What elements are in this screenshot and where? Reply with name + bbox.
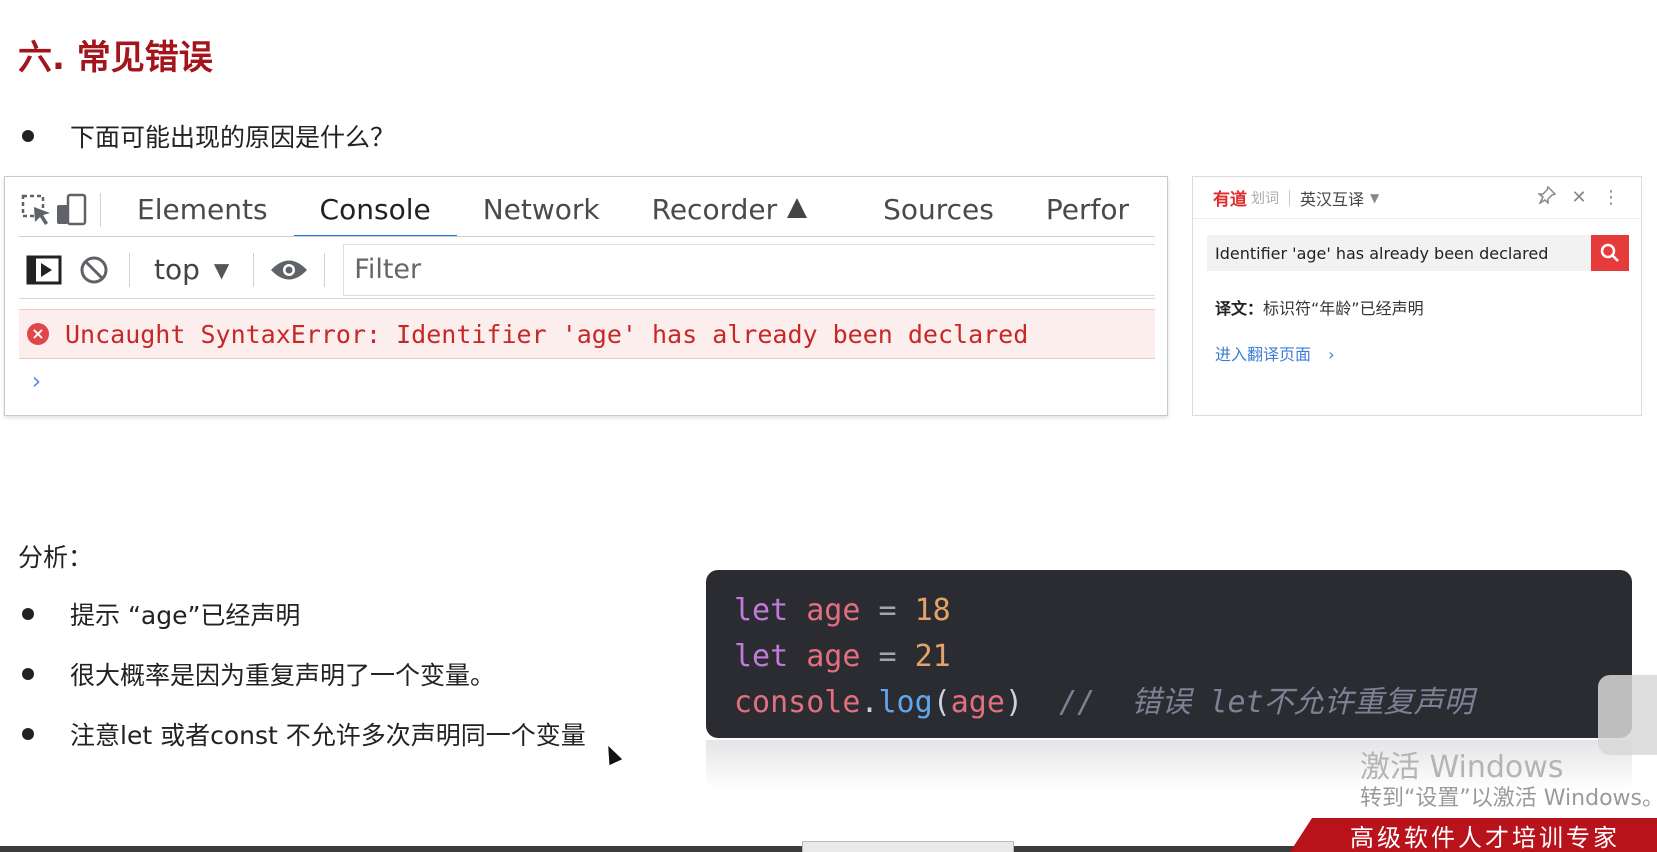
context-select-value: top [154, 253, 200, 286]
translation-text: 标识符“年龄”已经声明 [1263, 299, 1424, 318]
devtools-tabbar: Elements Console Network Recorder Source… [19, 183, 1155, 237]
open-translate-page-link[interactable]: 进入翻译页面 › [1215, 341, 1335, 365]
analysis-bullet: 提示 “age”已经声明 [0, 596, 300, 632]
search-icon[interactable] [1591, 235, 1629, 271]
close-icon[interactable]: ✕ [1563, 187, 1595, 208]
error-message: Uncaught SyntaxError: Identifier 'age' h… [65, 319, 1029, 349]
chevron-down-icon[interactable]: ▼ [1370, 191, 1379, 205]
header-divider [1289, 189, 1290, 206]
question-bullet: 下面可能出现的原因是什么？ [0, 118, 395, 154]
side-panel-button[interactable] [1598, 675, 1657, 755]
code-line: let age = 18 [734, 593, 951, 628]
console-prompt[interactable]: › [29, 367, 43, 395]
filter-placeholder: Filter [354, 254, 422, 285]
analysis-point: 注意let 或者const 不允许多次声明同一个变量 [70, 721, 586, 750]
toolbar-divider [100, 192, 102, 227]
youdao-translate-popup: 有道 划词 英汉互译 ▼ ✕ ⋮ Identifier 'age' has al… [1192, 176, 1642, 416]
chevron-right-icon: › [1328, 345, 1335, 364]
clear-console-icon[interactable] [69, 245, 119, 295]
chevron-down-icon: ▼ [213, 257, 230, 282]
tab-recorder-label: Recorder [651, 193, 778, 226]
bullet-dot [22, 608, 34, 620]
youdao-search-box[interactable]: Identifier 'age' has already been declar… [1207, 235, 1629, 271]
tab-elements[interactable]: Elements [111, 183, 294, 236]
tab-recorder[interactable]: Recorder [626, 183, 833, 236]
bullet-dot [22, 130, 34, 142]
youdao-logo-sub: 划词 [1251, 190, 1279, 207]
console-toolbar: top ▼ Filter [19, 241, 1155, 299]
youdao-logo: 有道 [1213, 190, 1247, 210]
open-translate-page-label: 进入翻译页面 [1215, 345, 1312, 364]
youdao-query[interactable]: Identifier 'age' has already been declar… [1207, 244, 1591, 263]
analysis-point: 提示 “age”已经声明 [70, 601, 301, 630]
code-block: let age = 18 let age = 21 console.log(ag… [706, 570, 1632, 738]
ime-toolbar[interactable] [802, 841, 1014, 852]
console-error-row: × Uncaught SyntaxError: Identifier 'age'… [19, 309, 1155, 359]
question-text: 下面可能出现的原因是什么？ [70, 123, 396, 152]
analysis-label: 分析： [18, 543, 94, 572]
context-select[interactable]: top ▼ [140, 253, 243, 286]
brand-banner: 高级软件人才培训专家 [1290, 818, 1657, 852]
translate-mode-select[interactable]: 英汉互译 [1300, 186, 1364, 210]
code-line: let age = 21 [734, 639, 951, 674]
tab-sources[interactable]: Sources [833, 183, 1020, 236]
flask-icon [787, 197, 808, 218]
slide: 六. 常见错误 下面可能出现的原因是什么？ Elements Console N… [0, 0, 1657, 852]
tab-performance[interactable]: Perfor [1020, 183, 1155, 236]
bullet-dot [22, 668, 34, 680]
activation-watermark-subtitle: 转到“设置”以激活 Windows。 [1360, 786, 1657, 811]
device-toggle-icon[interactable] [54, 185, 90, 235]
bullet-dot [22, 728, 34, 740]
more-icon[interactable]: ⋮ [1595, 187, 1627, 208]
youdao-translation: 译文：标识符“年龄”已经声明 [1215, 295, 1424, 319]
analysis-bullet: 注意let 或者const 不允许多次声明同一个变量 [0, 716, 586, 752]
toolbar-divider [324, 252, 326, 287]
slide-title: 六. 常见错误 [18, 38, 213, 78]
filter-input[interactable]: Filter [343, 243, 1155, 296]
inspect-icon[interactable] [19, 185, 54, 235]
code-line: console.log(age) // 错误 let不允许重复声明 [734, 685, 1474, 720]
live-expression-eye-icon[interactable] [264, 245, 314, 295]
error-icon: × [27, 323, 49, 345]
youdao-header: 有道 划词 英汉互译 ▼ ✕ ⋮ [1193, 177, 1641, 219]
toolbar-divider [253, 252, 255, 287]
pin-icon[interactable] [1531, 185, 1563, 209]
tab-console[interactable]: Console [293, 183, 457, 236]
devtools-panel: Elements Console Network Recorder Source… [4, 176, 1168, 416]
analysis-point: 很大概率是因为重复声明了一个变量。 [70, 661, 496, 690]
analysis-bullet: 很大概率是因为重复声明了一个变量。 [0, 656, 495, 692]
sidebar-toggle-icon[interactable] [19, 245, 69, 295]
mouse-cursor-icon [601, 742, 623, 766]
translation-label: 译文： [1215, 299, 1264, 318]
tab-network[interactable]: Network [457, 183, 626, 236]
toolbar-divider [129, 252, 130, 287]
